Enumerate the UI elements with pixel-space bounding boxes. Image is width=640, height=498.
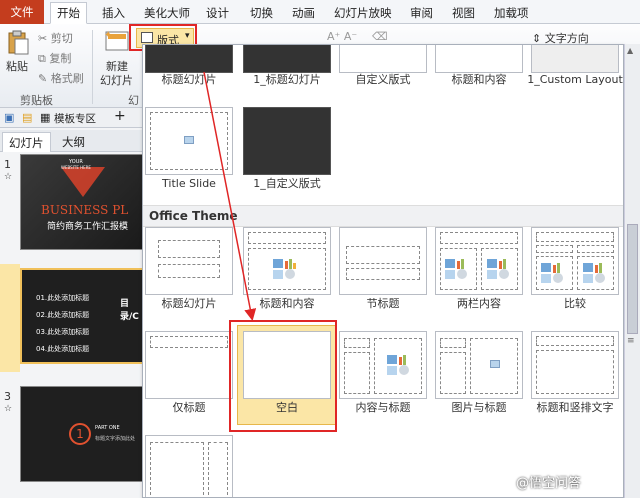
annotation-arrow-line <box>203 71 257 321</box>
watermark: @悟空问答 <box>516 476 582 491</box>
annotation-arrow <box>203 71 257 321</box>
